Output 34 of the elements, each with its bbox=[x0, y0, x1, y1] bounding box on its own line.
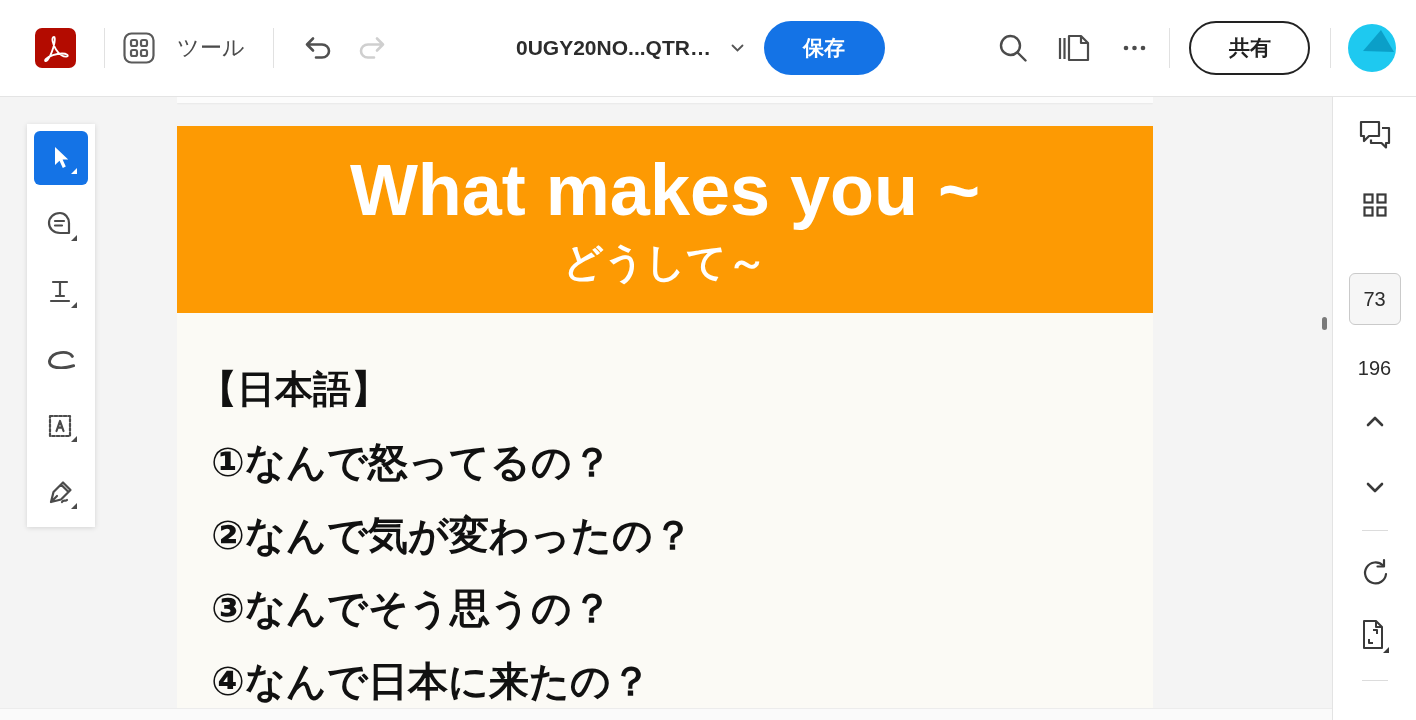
grid-icon bbox=[123, 32, 155, 64]
question-line: ③なんでそう思うの？ bbox=[211, 585, 612, 632]
banner-subtitle: どうして～ bbox=[563, 239, 767, 286]
comments-icon[interactable] bbox=[1358, 120, 1391, 150]
save-button[interactable]: 保存 bbox=[763, 21, 885, 75]
scrollbar-thumb[interactable] bbox=[1322, 317, 1327, 330]
page-total: 196 bbox=[1357, 356, 1392, 380]
share-button[interactable]: 共有 bbox=[1189, 21, 1310, 75]
redo-icon bbox=[358, 36, 386, 60]
grid-icon[interactable] bbox=[1362, 193, 1387, 217]
banner-title: What makes you ~ bbox=[349, 150, 981, 230]
freehand-loop-icon bbox=[47, 349, 75, 369]
question-line: ②なんで気が変わったの？ bbox=[211, 512, 693, 559]
more-icon bbox=[1123, 45, 1146, 51]
section-heading: 【日本語】 bbox=[199, 367, 389, 412]
undo-button[interactable] bbox=[304, 36, 332, 60]
pages-button[interactable] bbox=[1058, 34, 1090, 62]
page-number-field[interactable]: 73 bbox=[1348, 273, 1401, 325]
more-button[interactable] bbox=[1123, 45, 1146, 51]
question-line: ①なんで怒ってるの？ bbox=[211, 439, 612, 486]
search-button[interactable] bbox=[999, 34, 1027, 62]
filename-button[interactable]: 0UGY20NO...QTR… bbox=[516, 36, 744, 60]
document-icon[interactable] bbox=[1360, 619, 1389, 653]
chevron-up-icon[interactable] bbox=[1364, 415, 1385, 427]
app-logo-icon[interactable] bbox=[35, 28, 76, 68]
page-panel-icon bbox=[1058, 34, 1090, 62]
search-icon bbox=[999, 34, 1027, 62]
chevron-down-icon[interactable] bbox=[1364, 482, 1385, 494]
chevron-down-icon bbox=[730, 44, 744, 52]
avatar-icon[interactable] bbox=[1348, 24, 1396, 72]
select-tool-button[interactable] bbox=[34, 131, 88, 185]
tools-button[interactable]: ツール bbox=[123, 32, 245, 64]
undo-icon bbox=[304, 36, 332, 60]
question-line: ④なんで日本に来たの？ bbox=[211, 658, 651, 705]
